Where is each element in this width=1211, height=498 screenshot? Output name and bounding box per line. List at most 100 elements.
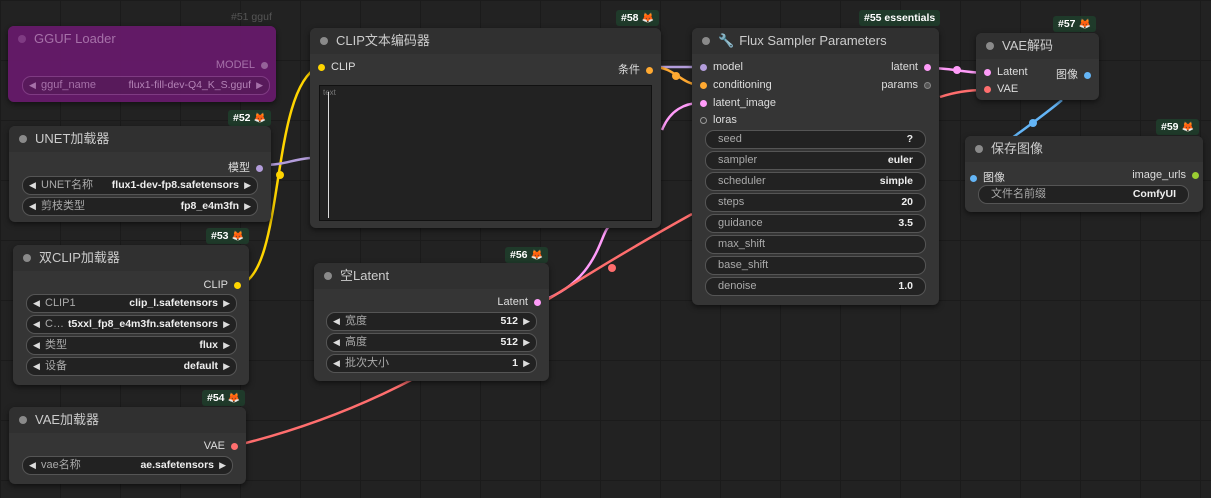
input-socket-icon[interactable] bbox=[984, 85, 991, 93]
arrow-right-icon[interactable]: ▶ bbox=[523, 313, 530, 330]
output-socket-icon[interactable] bbox=[231, 442, 238, 450]
arrow-right-icon[interactable]: ▶ bbox=[223, 316, 230, 333]
node-title[interactable]: VAE解码 bbox=[976, 33, 1099, 59]
node-title[interactable]: VAE加载器 bbox=[9, 407, 246, 433]
output-socket-icon[interactable] bbox=[1192, 171, 1199, 179]
arrow-right-icon[interactable]: ▶ bbox=[523, 355, 530, 372]
output-socket-icon[interactable] bbox=[256, 164, 263, 172]
input-socket-icon[interactable] bbox=[700, 99, 707, 107]
output-image-urls[interactable]: image_urls bbox=[1132, 169, 1199, 181]
collapse-dot-icon[interactable] bbox=[975, 145, 983, 153]
input-socket-icon[interactable] bbox=[970, 174, 977, 182]
gguf-loader-node[interactable]: GGUF Loader MODEL ◀ gguf_name flux1-fill… bbox=[8, 26, 276, 102]
input-clip[interactable]: CLIP bbox=[318, 61, 355, 73]
node-title[interactable]: 双CLIP加载器 bbox=[13, 245, 249, 271]
collapse-dot-icon[interactable] bbox=[320, 37, 328, 45]
width-widget[interactable]: ◀ 宽度 512 ▶ bbox=[326, 312, 537, 331]
arrow-left-icon[interactable]: ◀ bbox=[333, 313, 340, 330]
output-model[interactable]: MODEL bbox=[216, 59, 268, 71]
arrow-right-icon[interactable]: ▶ bbox=[523, 334, 530, 351]
output-model[interactable]: 模型 bbox=[228, 159, 263, 175]
scheduler-widget[interactable]: scheduler simple bbox=[705, 172, 926, 191]
arrow-left-icon[interactable]: ◀ bbox=[33, 316, 40, 333]
arrow-right-icon[interactable]: ▶ bbox=[256, 77, 263, 94]
input-image[interactable]: 图像 bbox=[970, 169, 1005, 185]
output-socket-icon[interactable] bbox=[924, 81, 931, 89]
input-socket-icon[interactable] bbox=[700, 116, 707, 124]
max-shift-widget[interactable]: max_shift bbox=[705, 235, 926, 254]
output-socket-icon[interactable] bbox=[646, 66, 653, 74]
empty-latent-node[interactable]: 空Latent Latent ◀ 宽度 512 ▶ ◀ 高度 512 ▶ ◀ 批… bbox=[314, 263, 549, 381]
steps-widget[interactable]: steps 20 bbox=[705, 193, 926, 212]
dual-clip-loader-node[interactable]: 双CLIP加载器 CLIP ◀ CLIP1 clip_l.safetensors… bbox=[13, 245, 249, 385]
vae-decode-node[interactable]: VAE解码 Latent VAE 图像 bbox=[976, 33, 1099, 100]
denoise-widget[interactable]: denoise 1.0 bbox=[705, 277, 926, 296]
node-title[interactable]: GGUF Loader bbox=[8, 26, 276, 52]
input-loras[interactable]: loras bbox=[700, 114, 737, 126]
output-vae[interactable]: VAE bbox=[204, 440, 238, 452]
device-widget[interactable]: ◀ 设备 default ▶ bbox=[26, 357, 237, 376]
arrow-right-icon[interactable]: ▶ bbox=[223, 295, 230, 312]
flux-sampler-params-node[interactable]: 🔧 Flux Sampler Parameters model condition… bbox=[692, 28, 939, 305]
vae-name-widget[interactable]: ◀ vae名称 ae.safetensors ▶ bbox=[22, 456, 233, 475]
input-socket-icon[interactable] bbox=[318, 63, 325, 71]
arrow-right-icon[interactable]: ▶ bbox=[219, 457, 226, 474]
prompt-textarea[interactable]: text bbox=[319, 85, 652, 221]
arrow-left-icon[interactable]: ◀ bbox=[29, 177, 36, 194]
arrow-left-icon[interactable]: ◀ bbox=[333, 355, 340, 372]
input-socket-icon[interactable] bbox=[984, 68, 991, 76]
output-params[interactable]: params bbox=[881, 79, 931, 91]
output-socket-icon[interactable] bbox=[261, 61, 268, 69]
collapse-dot-icon[interactable] bbox=[702, 37, 710, 45]
arrow-left-icon[interactable]: ◀ bbox=[33, 295, 40, 312]
output-socket-icon[interactable] bbox=[1084, 71, 1091, 79]
clip1-widget[interactable]: ◀ CLIP1 clip_l.safetensors ▶ bbox=[26, 294, 237, 313]
collapse-dot-icon[interactable] bbox=[18, 35, 26, 43]
output-latent[interactable]: Latent bbox=[497, 296, 541, 308]
node-title[interactable]: UNET加载器 bbox=[9, 126, 271, 152]
arrow-left-icon[interactable]: ◀ bbox=[33, 337, 40, 354]
input-conditioning[interactable]: conditioning bbox=[700, 79, 772, 91]
input-model[interactable]: model bbox=[700, 61, 743, 73]
arrow-left-icon[interactable]: ◀ bbox=[29, 198, 36, 215]
node-title[interactable]: CLIP文本编码器 bbox=[310, 28, 661, 54]
output-socket-icon[interactable] bbox=[534, 298, 541, 306]
node-title[interactable]: 空Latent bbox=[314, 263, 549, 289]
output-socket-icon[interactable] bbox=[234, 281, 241, 289]
output-image[interactable]: 图像 bbox=[1056, 66, 1091, 82]
base-shift-widget[interactable]: base_shift bbox=[705, 256, 926, 275]
gguf-name-widget[interactable]: ◀ gguf_name flux1-fill-dev-Q4_K_S.gguf ▶ bbox=[22, 76, 270, 95]
collapse-dot-icon[interactable] bbox=[23, 254, 31, 262]
input-socket-icon[interactable] bbox=[700, 63, 707, 71]
vae-loader-node[interactable]: VAE加载器 VAE ◀ vae名称 ae.safetensors ▶ bbox=[9, 407, 246, 484]
clip-text-encode-node[interactable]: CLIP文本编码器 CLIP 条件 text bbox=[310, 28, 661, 228]
collapse-dot-icon[interactable] bbox=[986, 42, 994, 50]
unet-loader-node[interactable]: UNET加载器 模型 ◀ UNET名称 flux1-dev-fp8.safete… bbox=[9, 126, 271, 222]
input-vae[interactable]: VAE bbox=[984, 83, 1018, 95]
weight-dtype-widget[interactable]: ◀ 剪枝类型 fp8_e4m3fn ▶ bbox=[22, 197, 258, 216]
collapse-dot-icon[interactable] bbox=[19, 416, 27, 424]
output-socket-icon[interactable] bbox=[924, 63, 931, 71]
node-title[interactable]: 🔧 Flux Sampler Parameters bbox=[692, 28, 939, 54]
collapse-dot-icon[interactable] bbox=[19, 135, 27, 143]
filename-prefix-widget[interactable]: 文件名前缀 ComfyUI bbox=[978, 185, 1189, 204]
output-conditioning[interactable]: 条件 bbox=[618, 61, 653, 77]
node-title[interactable]: 保存图像 bbox=[965, 136, 1203, 162]
batch-size-widget[interactable]: ◀ 批次大小 1 ▶ bbox=[326, 354, 537, 373]
output-clip[interactable]: CLIP bbox=[204, 279, 241, 291]
arrow-right-icon[interactable]: ▶ bbox=[223, 358, 230, 375]
sampler-widget[interactable]: sampler euler bbox=[705, 151, 926, 170]
arrow-left-icon[interactable]: ◀ bbox=[33, 358, 40, 375]
collapse-dot-icon[interactable] bbox=[324, 272, 332, 280]
input-latent-image[interactable]: latent_image bbox=[700, 97, 776, 109]
arrow-left-icon[interactable]: ◀ bbox=[29, 77, 36, 94]
height-widget[interactable]: ◀ 高度 512 ▶ bbox=[326, 333, 537, 352]
save-image-node[interactable]: 保存图像 图像 image_urls 文件名前缀 ComfyUI bbox=[965, 136, 1203, 212]
output-latent[interactable]: latent bbox=[891, 61, 931, 73]
input-latent[interactable]: Latent bbox=[984, 66, 1028, 78]
unet-name-widget[interactable]: ◀ UNET名称 flux1-dev-fp8.safetensors ▶ bbox=[22, 176, 258, 195]
input-socket-icon[interactable] bbox=[700, 81, 707, 89]
arrow-right-icon[interactable]: ▶ bbox=[244, 177, 251, 194]
arrow-right-icon[interactable]: ▶ bbox=[244, 198, 251, 215]
arrow-right-icon[interactable]: ▶ bbox=[223, 337, 230, 354]
